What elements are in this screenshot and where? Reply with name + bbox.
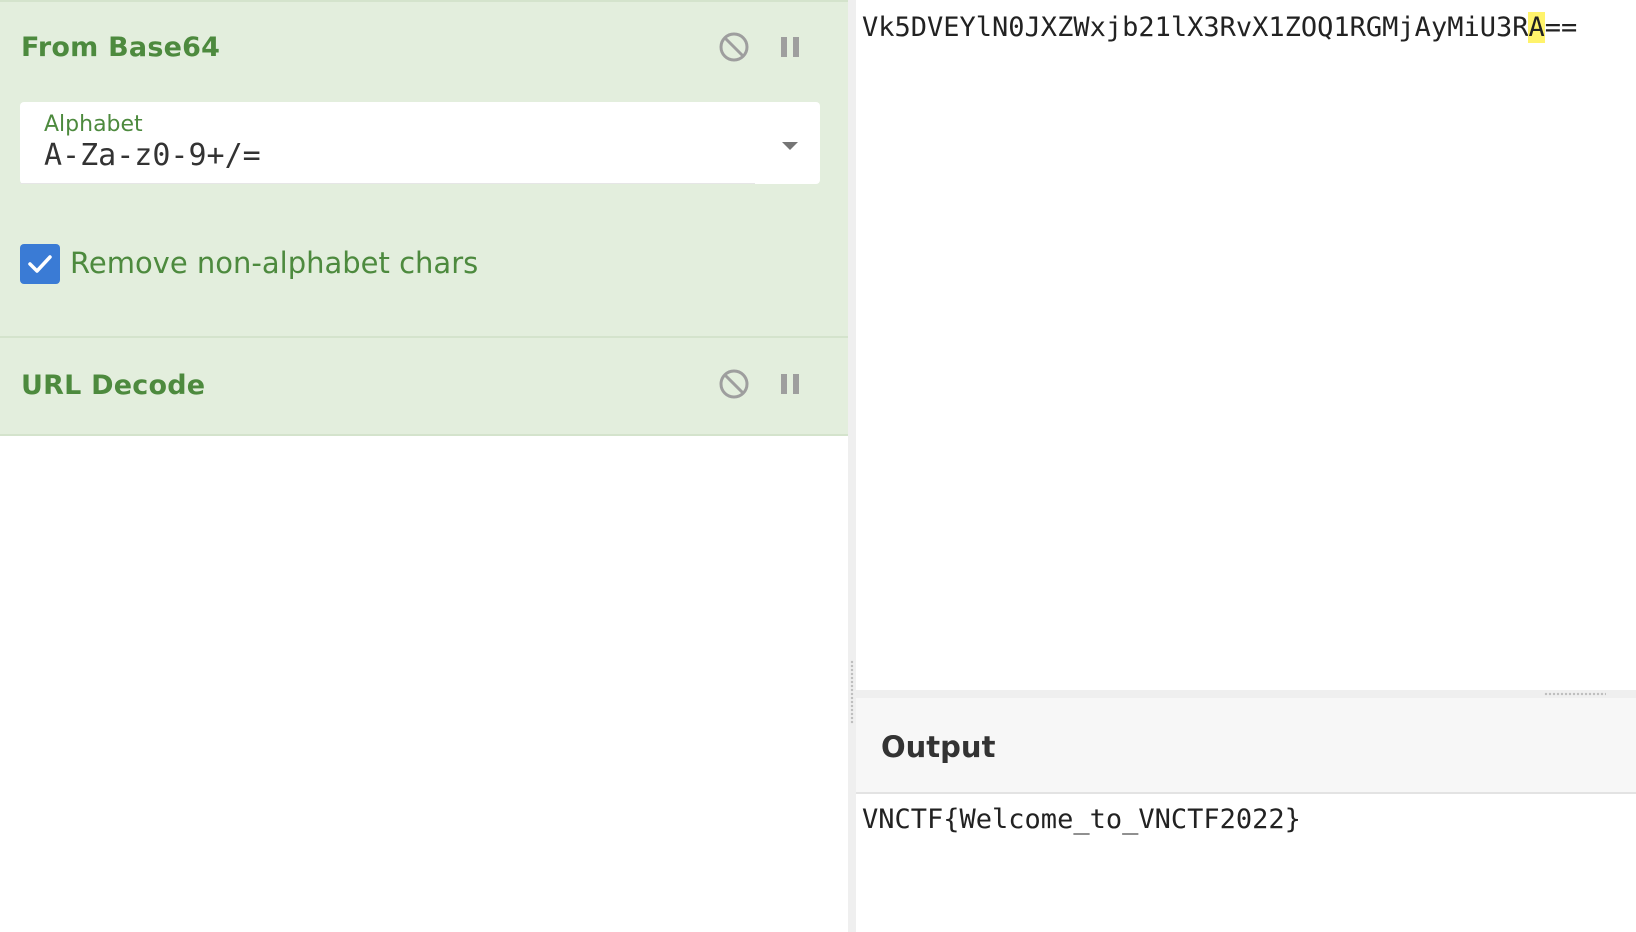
alphabet-field[interactable]: Alphabet A-Za-z0-9+/= <box>20 102 820 184</box>
operation-title: From Base64 <box>21 32 221 63</box>
pause-icon <box>781 374 799 394</box>
io-resize-handle[interactable] <box>856 690 1636 698</box>
remove-non-alphabet-option[interactable]: Remove non-alphabet chars <box>20 244 620 284</box>
disable-icon <box>719 32 749 62</box>
pause-operation-button[interactable] <box>773 30 807 64</box>
operation-from-base64[interactable]: From Base64 Alphabet A-Za-z0-9+/= Remove… <box>0 0 848 338</box>
alphabet-label: Alphabet <box>44 112 143 137</box>
remove-non-alphabet-label: Remove non-alphabet chars <box>70 246 479 280</box>
panel-resize-handle[interactable] <box>848 0 856 932</box>
check-icon <box>28 255 52 273</box>
remove-non-alphabet-checkbox[interactable] <box>20 244 60 284</box>
disable-operation-button[interactable] <box>717 30 751 64</box>
input-text: Vk5DVEYlN0JXZWxjb21lX3RvX1ZOQ1RGMjAyMiU3… <box>862 12 1529 43</box>
alphabet-dropdown-button[interactable] <box>778 138 802 154</box>
chevron-down-icon <box>782 142 798 150</box>
resize-grip <box>850 660 854 724</box>
resize-grip <box>1544 692 1606 696</box>
io-panel: Vk5DVEYlN0JXZWxjb21lX3RvX1ZOQ1RGMjAyMiU3… <box>856 0 1636 932</box>
disable-operation-button[interactable] <box>717 367 751 401</box>
operation-url-decode[interactable]: URL Decode <box>0 336 848 436</box>
input-textarea[interactable]: Vk5DVEYlN0JXZWxjb21lX3RvX1ZOQ1RGMjAyMiU3… <box>862 12 1632 43</box>
highlighted-char: A <box>1528 12 1545 43</box>
field-underline <box>20 183 755 184</box>
disable-icon <box>719 369 749 399</box>
output-header: Output <box>856 698 1636 794</box>
pause-icon <box>781 37 799 57</box>
output-textarea[interactable]: VNCTF{Welcome_to_VNCTF2022} <box>862 804 1632 835</box>
alphabet-input[interactable]: A-Za-z0-9+/= <box>44 138 261 173</box>
input-text-tail: == <box>1544 12 1578 43</box>
output-title: Output <box>881 730 996 764</box>
pause-operation-button[interactable] <box>773 367 807 401</box>
recipe-panel: From Base64 Alphabet A-Za-z0-9+/= Remove… <box>0 0 848 932</box>
operation-title: URL Decode <box>21 370 206 401</box>
